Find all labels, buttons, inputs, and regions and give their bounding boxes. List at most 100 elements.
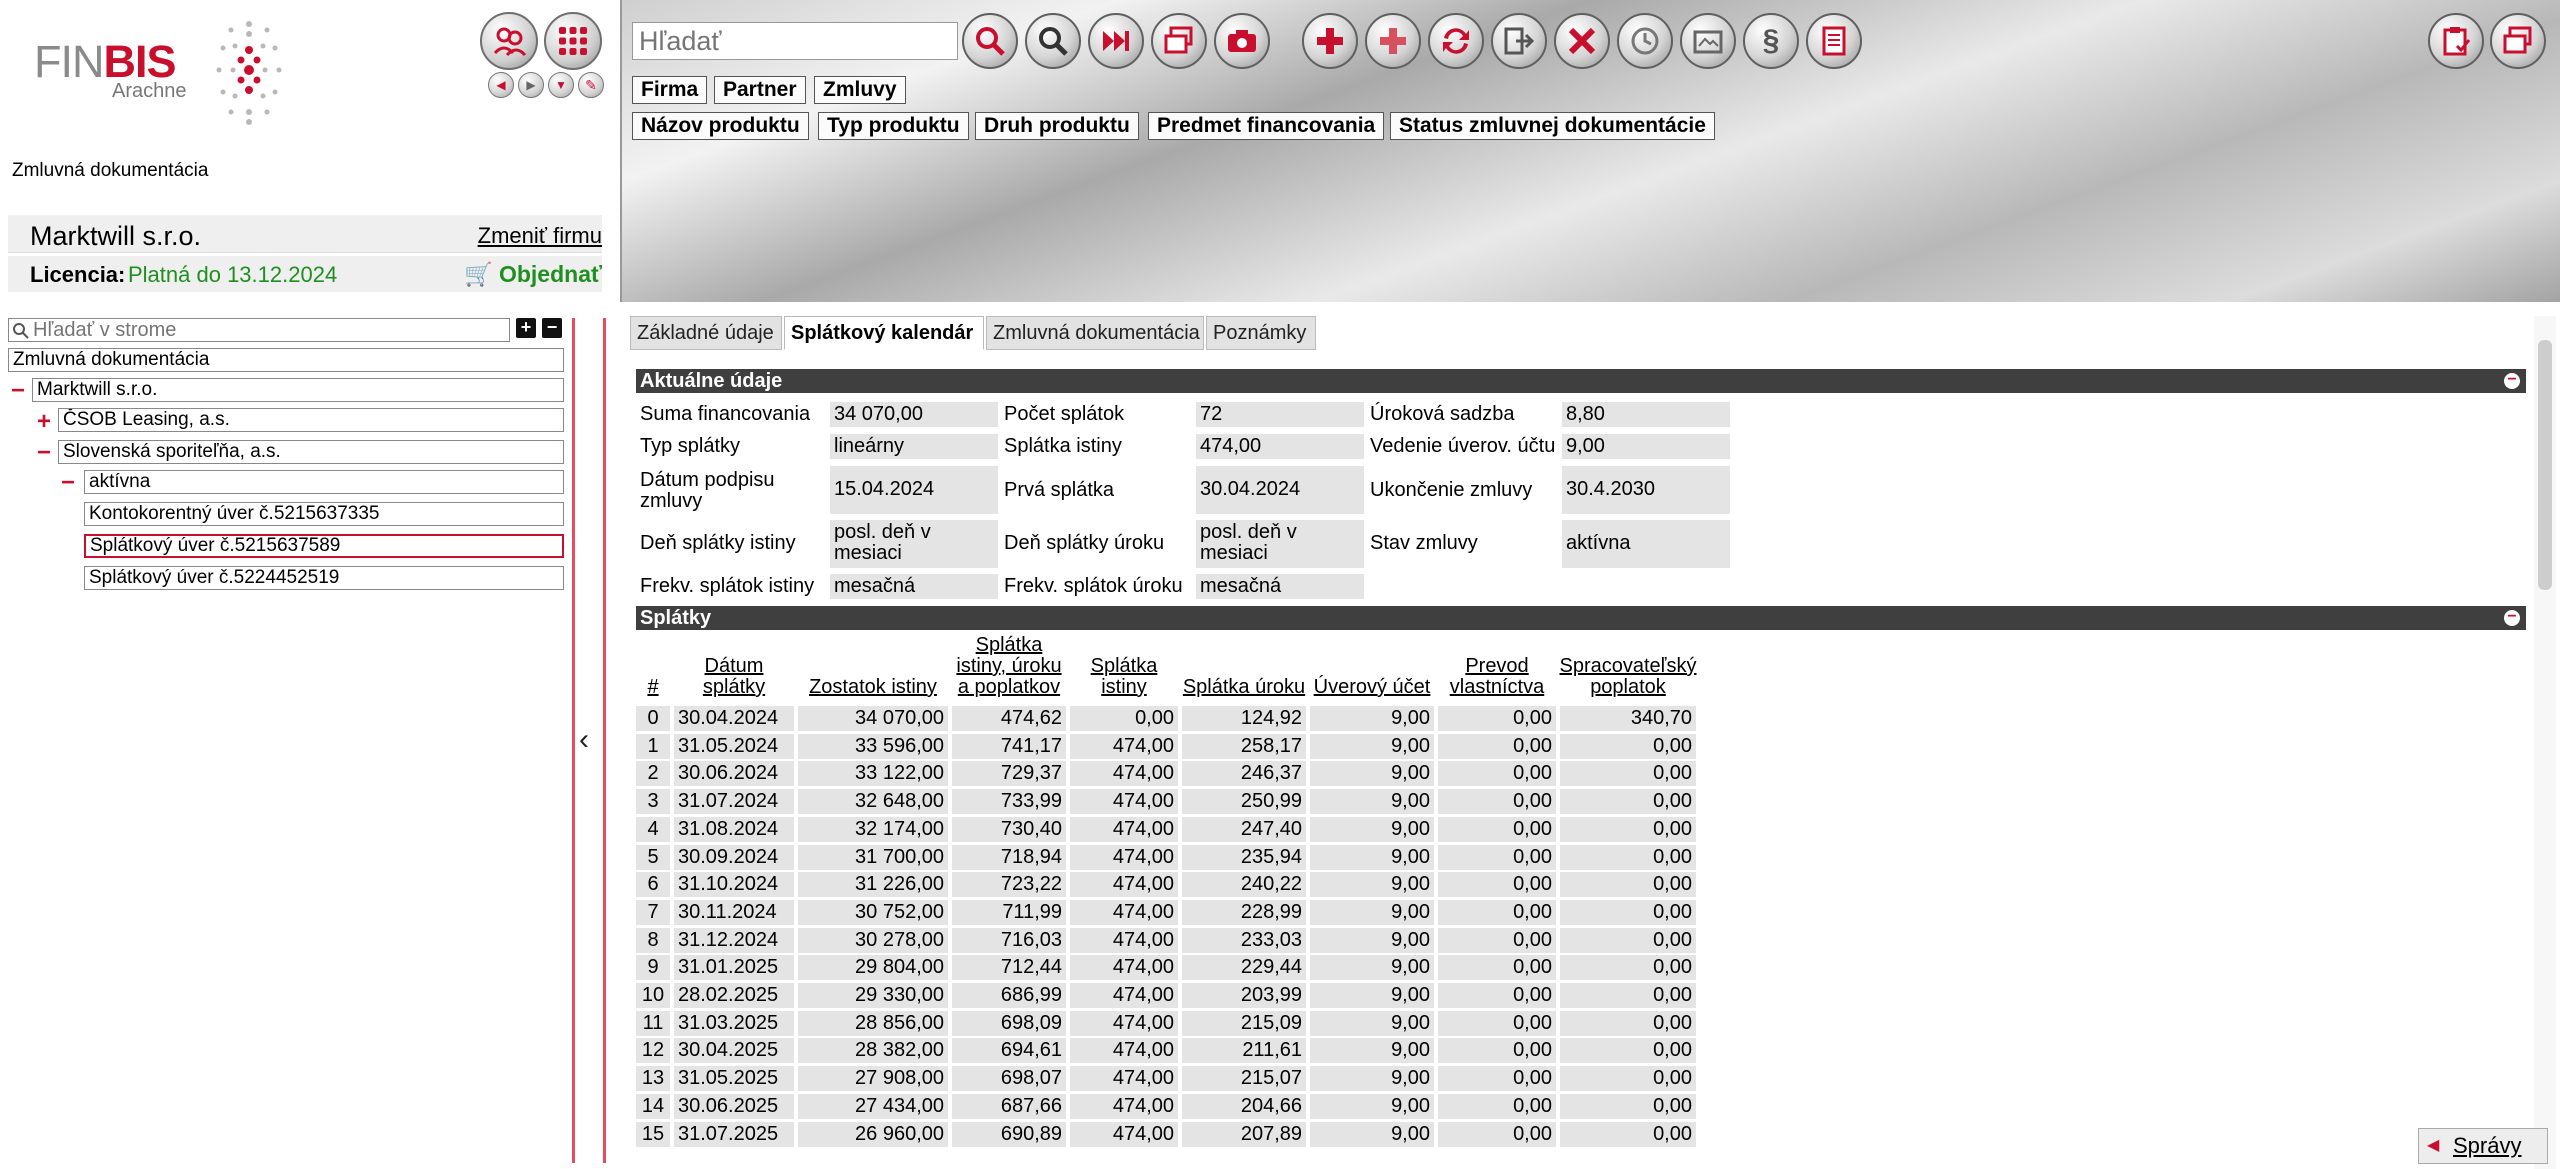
delete-button[interactable] — [1554, 13, 1610, 69]
tab-contract-docs[interactable]: Zmluvná dokumentácia — [986, 316, 1204, 350]
column-header[interactable]: # — [636, 636, 670, 702]
search-button[interactable] — [962, 13, 1018, 69]
table-cell: 716,03 — [952, 927, 1066, 953]
search-icon — [976, 27, 1005, 56]
field-value: 15.04.2024 — [830, 466, 998, 514]
table-cell: 474,00 — [1070, 955, 1178, 981]
add-copy-button[interactable] — [1365, 13, 1421, 69]
tree-node[interactable]: Splátkový úver č.5224452519 — [84, 566, 564, 590]
filter-doc-status-button[interactable]: Status zmluvnej dokumentácie — [1390, 112, 1715, 140]
column-header[interactable]: Spracovateľský poplatok — [1560, 636, 1697, 702]
tree-search-input[interactable] — [8, 318, 510, 342]
back-button[interactable]: ◀ — [488, 72, 514, 98]
column-header[interactable]: Splátka úroku — [1182, 636, 1306, 702]
table-cell: 733,99 — [952, 789, 1066, 815]
collapse-icon[interactable]: − — [2504, 372, 2520, 389]
chevron-left-icon[interactable]: ‹ — [579, 723, 589, 757]
tree-expand-button[interactable]: + — [516, 318, 536, 338]
fast-forward-button[interactable] — [1088, 13, 1144, 69]
tree-toggle-icon[interactable]: − — [60, 471, 76, 495]
table-cell: 27 908,00 — [798, 1066, 948, 1092]
paragraph-button[interactable]: § — [1743, 13, 1799, 69]
document-icon — [1822, 26, 1846, 56]
table-cell: 0,00 — [1560, 761, 1696, 787]
field-value: mesačná — [830, 574, 998, 599]
collapse-icon[interactable]: − — [2504, 609, 2520, 626]
column-header[interactable]: Úverový účet — [1310, 636, 1434, 702]
camera-button[interactable] — [1214, 13, 1270, 69]
scrollbar-thumb[interactable] — [2538, 340, 2552, 590]
table-cell: 28.02.2025 — [674, 983, 794, 1008]
search-input[interactable] — [632, 22, 958, 60]
filter-product-type-button[interactable]: Typ produktu — [818, 112, 969, 140]
forward-button[interactable]: ▶ — [518, 72, 544, 98]
tree-node-selected[interactable]: Splátkový úver č.5215637589 — [84, 534, 564, 558]
order-button[interactable]: 🛒 Objednať — [464, 261, 602, 288]
table-cell: 9,00 — [1310, 1121, 1434, 1147]
column-header[interactable]: Prevod vlastníctva — [1438, 636, 1556, 702]
plus-icon: + — [520, 317, 532, 337]
table-cell: 33 596,00 — [798, 733, 948, 759]
column-header[interactable]: Dátum splátky — [674, 636, 794, 702]
filter-financing-subject-button[interactable]: Predmet financovania — [1148, 112, 1385, 140]
column-header[interactable]: Splátka istiny, úroku a poplatkov — [952, 635, 1066, 702]
tree-node[interactable]: Marktwill s.r.o. — [32, 378, 564, 402]
clock-button[interactable] — [1617, 13, 1673, 69]
change-firm-link[interactable]: Zmeniť firmu — [478, 223, 602, 249]
column-header[interactable]: Splátka istiny — [1070, 636, 1178, 702]
tab-notes[interactable]: Poznámky — [1206, 316, 1316, 350]
licence-value: Platná do 13.12.2024 — [128, 262, 338, 287]
finbis-logo: FINBIS Arachne — [34, 18, 284, 128]
tree-node[interactable]: Kontokorentný úver č.5215637335 — [84, 502, 564, 526]
tree-toggle-icon[interactable]: + — [36, 410, 52, 434]
filter-zmluvy-button[interactable]: Zmluvy — [814, 76, 906, 104]
tree-node[interactable]: Zmluvná dokumentácia — [8, 348, 564, 372]
filter-partner-button[interactable]: Partner — [714, 76, 806, 104]
folder-button[interactable] — [1680, 13, 1736, 69]
refresh-button[interactable] — [1428, 13, 1484, 69]
tree-node[interactable]: aktívna — [84, 470, 564, 494]
vertical-scrollbar[interactable] — [2534, 316, 2556, 1169]
tree-toggle-icon[interactable]: − — [36, 441, 52, 465]
filter-firma-button[interactable]: Firma — [632, 76, 708, 104]
people-button[interactable] — [480, 12, 538, 70]
add-button[interactable] — [1302, 13, 1358, 69]
table-cell: 30.11.2024 — [674, 899, 794, 925]
table-cell: 0,00 — [1560, 1038, 1696, 1064]
table-cell: 30 278,00 — [798, 927, 948, 953]
tree-toggle-icon[interactable]: − — [10, 379, 26, 403]
table-cell: 9,00 — [1310, 1038, 1434, 1064]
grid-button[interactable] — [544, 12, 602, 70]
clipboard-button[interactable] — [2428, 13, 2484, 69]
advanced-search-button[interactable] — [1025, 13, 1081, 69]
panel-splitter[interactable]: ‹ — [572, 318, 606, 1163]
edit-button[interactable]: ✎ — [578, 72, 604, 98]
filter-product-name-button[interactable]: Názov produktu — [632, 112, 809, 140]
row-index: 4 — [636, 816, 670, 842]
minus-icon: − — [546, 317, 558, 337]
tab-basic-data[interactable]: Základné údaje — [630, 316, 782, 350]
tree-node[interactable]: Slovenská sporiteľňa, a.s. — [58, 440, 564, 464]
search-icon — [13, 323, 29, 339]
table-cell: 474,00 — [1070, 1038, 1178, 1064]
tree-collapse-button[interactable]: − — [542, 318, 562, 338]
windows-button[interactable] — [2490, 13, 2546, 69]
table-cell: 9,00 — [1310, 899, 1434, 925]
exit-button[interactable] — [1491, 13, 1547, 69]
down-button[interactable]: ▼ — [548, 72, 574, 98]
messages-button[interactable]: ◀ Správy (0) — [2418, 1128, 2548, 1169]
table-cell: 474,00 — [1070, 1010, 1178, 1036]
table-cell: 698,09 — [952, 1010, 1066, 1036]
filter-product-kind-button[interactable]: Druh produktu — [975, 112, 1139, 140]
main-toolbar: § Firma Partner Zmluvy Názov produktu Ty… — [620, 0, 2560, 302]
column-header[interactable]: Zostatok istiny — [798, 636, 948, 702]
tab-payment-schedule[interactable]: Splátkový kalendár — [784, 316, 984, 350]
table-cell: 690,89 — [952, 1121, 1066, 1147]
table-cell: 0,00 — [1560, 1010, 1696, 1036]
folder-icon — [1693, 30, 1723, 54]
document-button[interactable] — [1806, 13, 1862, 69]
table-cell: 9,00 — [1310, 983, 1434, 1008]
table-cell: 474,00 — [1070, 1066, 1178, 1092]
window-button[interactable] — [1151, 13, 1207, 69]
tree-node[interactable]: ČSOB Leasing, a.s. — [58, 408, 564, 432]
